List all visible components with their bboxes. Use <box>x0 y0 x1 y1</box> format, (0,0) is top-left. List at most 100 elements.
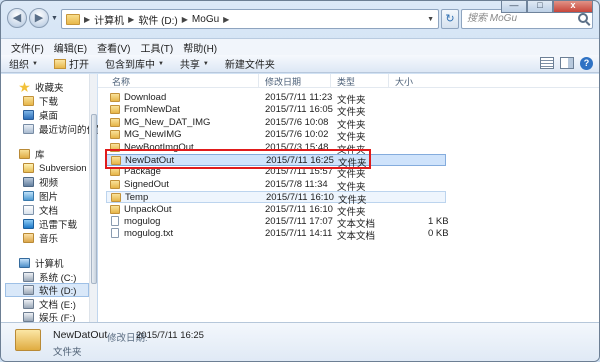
chevron-right-icon[interactable]: ▶ <box>223 15 229 24</box>
nav-music[interactable]: 音乐 <box>23 231 58 245</box>
thunder-icon <box>23 219 34 229</box>
back-button[interactable]: ◀ <box>7 8 27 28</box>
menu-edit[interactable]: 编辑(E) <box>54 40 87 55</box>
recent-pages-dropdown[interactable]: ▼ <box>51 15 58 22</box>
file-modified: 2015/7/8 11:34 <box>265 178 328 190</box>
share-button[interactable]: 共享 ▼ <box>180 56 209 71</box>
nav-label: 软件 (D:) <box>39 286 77 297</box>
nav-label: 库 <box>35 150 45 161</box>
preview-pane-icon[interactable] <box>560 57 574 69</box>
file-modified: 2015/7/11 16:10 <box>265 203 333 215</box>
nav-pictures[interactable]: 图片 <box>23 189 58 203</box>
menu-tools[interactable]: 工具(T) <box>140 40 173 55</box>
file-row[interactable]: Download 2015/7/11 11:23 文件夹 <box>106 92 446 106</box>
nav-label: 收藏夹 <box>35 83 64 94</box>
minimize-button[interactable]: — <box>501 1 527 13</box>
file-row[interactable]: UnpackOut 2015/7/11 16:10 文件夹 <box>106 203 446 218</box>
file-name: FromNewDat <box>124 104 180 116</box>
nav-computer[interactable]: 计算机 <box>19 256 64 270</box>
file-name: Temp <box>125 192 149 204</box>
file-row[interactable]: Temp 2015/7/11 16:10 文件夹 <box>106 191 446 206</box>
share-label: 共享 <box>179 60 200 71</box>
music-icon <box>23 233 34 243</box>
nav-drive-d[interactable]: 软件 (D:) <box>5 283 89 297</box>
nav-drive-c[interactable]: 系统 (C:) <box>23 270 76 284</box>
new-folder-button[interactable]: 新建文件夹 <box>225 56 275 71</box>
chevron-right-icon[interactable]: ▶ <box>128 15 134 24</box>
include-library-button[interactable]: 包含到库中 ▼ <box>105 56 164 71</box>
forward-button[interactable]: ▶ <box>29 8 49 28</box>
details-type: 文件夹 <box>53 347 82 358</box>
file-row[interactable]: SignedOut 2015/7/8 11:34 文件夹 <box>106 178 446 193</box>
nav-downloads[interactable]: 下载 <box>23 94 58 108</box>
menu-help[interactable]: 帮助(H) <box>183 40 217 55</box>
column-name[interactable]: 名称 <box>112 75 130 88</box>
chevron-right-icon[interactable]: ▶ <box>182 15 188 24</box>
nav-subversion[interactable]: Subversion <box>23 161 87 175</box>
nav-label: 音乐 <box>39 234 59 245</box>
nav-scroll-thumb[interactable] <box>91 114 97 284</box>
nav-videos[interactable]: 视频 <box>23 175 58 189</box>
nav-drive-e[interactable]: 文档 (E:) <box>23 297 76 311</box>
details-modified: 2015/7/11 16:25 <box>136 330 204 341</box>
file-modified: 2015/7/11 14:11 <box>265 228 333 240</box>
address-bar[interactable]: ▶ 计算机 ▶ 软件 (D:) ▶ MoGu ▶ ▼ <box>61 9 439 29</box>
menu-view[interactable]: 查看(V) <box>97 40 130 55</box>
file-size: 1 KB <box>428 216 449 227</box>
nav-desktop[interactable]: 桌面 <box>23 108 58 122</box>
breadcrumb-drive-d[interactable]: 软件 (D:) <box>138 12 177 27</box>
breadcrumb-mogu[interactable]: MoGu <box>192 14 219 25</box>
nav-documents[interactable]: 文档 <box>23 203 58 217</box>
change-view-icon[interactable] <box>540 57 554 69</box>
help-icon[interactable]: ? <box>580 57 593 70</box>
column-type[interactable]: 类型 <box>337 75 355 88</box>
column-modified[interactable]: 修改日期 <box>265 75 301 88</box>
nav-label: 计算机 <box>35 259 64 270</box>
open-label: 打开 <box>68 60 89 71</box>
menu-file[interactable]: 文件(F) <box>11 40 44 55</box>
library-icon <box>19 149 30 159</box>
chevron-down-icon[interactable]: ▼ <box>427 16 434 23</box>
file-size: 0 KB <box>428 228 449 240</box>
file-row[interactable]: mogulog 2015/7/11 17:07 文本文档 1 KB <box>106 216 449 230</box>
nav-favorites[interactable]: 收藏夹 <box>19 80 64 94</box>
file-row[interactable]: MG_NewIMG 2015/7/6 10:02 文件夹 <box>106 129 446 143</box>
nav-label: 文档 <box>39 206 59 217</box>
drive-icon <box>23 312 34 322</box>
nav-label: Subversion <box>39 162 87 174</box>
folder-icon <box>66 13 80 25</box>
organize-label: 组织 <box>9 60 29 71</box>
nav-libraries[interactable]: 库 <box>19 147 45 161</box>
file-name: mogulog.txt <box>124 228 174 240</box>
nav-label: 文档 (E:) <box>39 300 76 311</box>
nav-label: 图片 <box>39 192 59 203</box>
open-button[interactable]: 打开 <box>53 56 89 71</box>
file-row[interactable]: MG_New_DAT_IMG 2015/7/6 10:08 文件夹 <box>106 117 446 131</box>
nav-scrollbar[interactable] <box>89 74 97 322</box>
breadcrumb-computer[interactable]: 计算机 <box>94 12 124 27</box>
navigation-pane: 收藏夹 下载 桌面 最近访问的位置 库 Subversion 视频 图片 文档 … <box>1 74 106 324</box>
file-row[interactable]: FromNewDat 2015/7/11 16:05 文件夹 <box>106 104 446 118</box>
drive-icon <box>23 285 34 295</box>
close-button[interactable]: x <box>553 1 593 13</box>
file-row[interactable]: mogulog.txt 2015/7/11 14:11 文本文档 0 KB <box>106 228 449 242</box>
maximize-button[interactable]: □ <box>527 1 553 13</box>
chevron-right-icon[interactable]: ▶ <box>84 15 90 24</box>
column-divider[interactable] <box>388 74 389 88</box>
column-size[interactable]: 大小 <box>395 75 413 88</box>
file-modified: 2015/7/11 16:05 <box>265 104 333 116</box>
organize-button[interactable]: 组织 ▼ <box>9 56 38 71</box>
nav-label: 桌面 <box>39 111 59 122</box>
nav-thunder-downloads[interactable]: 迅雷下载 <box>23 217 77 231</box>
menu-bar: 文件(F) 编辑(E) 查看(V) 工具(T) 帮助(H) <box>1 38 599 55</box>
file-modified: 2015/7/11 16:10 <box>266 192 334 204</box>
view-tools: ? <box>540 57 593 70</box>
file-modified: 2015/7/6 10:02 <box>265 129 329 141</box>
column-divider[interactable] <box>330 74 331 88</box>
details-pane: NewDatOut 修改日期: 2015/7/11 16:25 文件夹 <box>1 322 599 361</box>
column-divider[interactable] <box>258 74 259 88</box>
video-icon <box>23 177 34 187</box>
documents-icon <box>23 205 34 215</box>
text-file-icon <box>111 216 119 226</box>
refresh-button[interactable]: ↻ <box>441 9 459 29</box>
